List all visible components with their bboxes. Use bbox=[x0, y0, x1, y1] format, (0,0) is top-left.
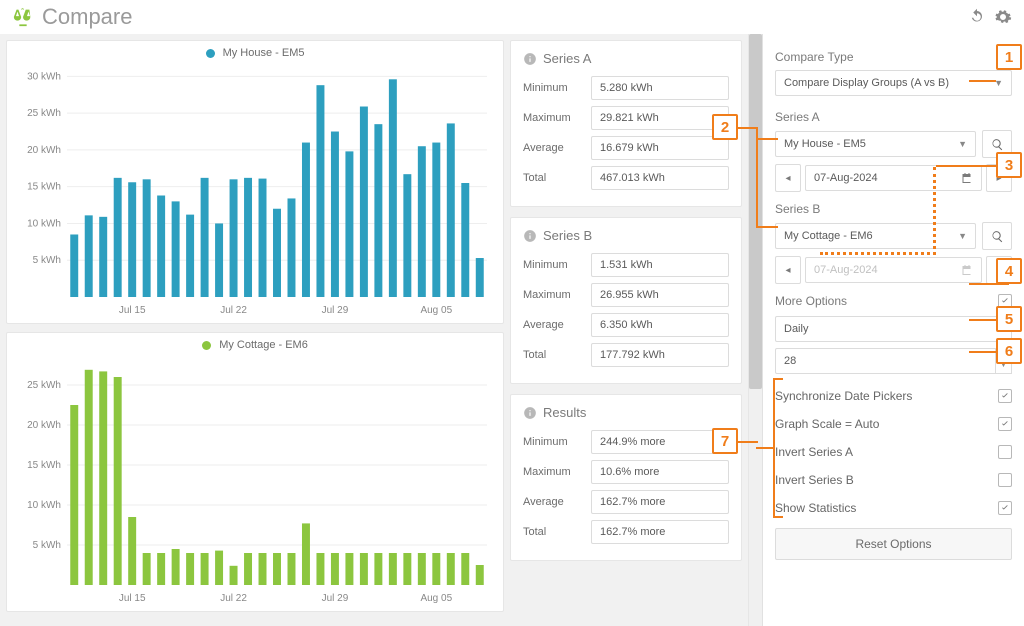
series-b-min: 1.531 kWh bbox=[591, 253, 729, 277]
compare-type-select[interactable]: Compare Display Groups (A vs B)▼ bbox=[775, 70, 1012, 96]
series-b-total: 177.792 kWh bbox=[591, 343, 729, 367]
svg-text:20 kWh: 20 kWh bbox=[27, 420, 61, 431]
more-options-label: More Options bbox=[775, 294, 847, 308]
stats-series-b: Series B Minimum1.531 kWh Maximum26.955 … bbox=[510, 217, 742, 384]
page-header: Compare bbox=[0, 0, 1024, 34]
graph-scale-label: Graph Scale = Auto bbox=[775, 417, 879, 431]
series-b-date-prev[interactable]: ◂ bbox=[775, 256, 801, 284]
series-a-total: 467.013 kWh bbox=[591, 166, 729, 190]
info-icon bbox=[523, 52, 537, 66]
scrollbar[interactable] bbox=[748, 34, 762, 626]
svg-text:25 kWh: 25 kWh bbox=[27, 108, 61, 119]
invert-b-checkbox[interactable] bbox=[998, 473, 1012, 487]
svg-text:Jul 22: Jul 22 bbox=[220, 305, 247, 316]
series-a-date-picker[interactable]: 07-Aug-2024 bbox=[805, 165, 982, 191]
chart-b-legend: My Cottage - EM6 bbox=[15, 339, 495, 351]
show-stats-label: Show Statistics bbox=[775, 501, 856, 515]
series-b-select[interactable]: My Cottage - EM6▼ bbox=[775, 223, 976, 249]
compare-type-label: Compare Type bbox=[775, 50, 1012, 64]
svg-text:Jul 15: Jul 15 bbox=[119, 593, 146, 604]
svg-text:25 kWh: 25 kWh bbox=[27, 380, 61, 391]
series-a-select[interactable]: My House - EM5▼ bbox=[775, 131, 976, 157]
series-b-avg: 6.350 kWh bbox=[591, 313, 729, 337]
svg-text:15 kWh: 15 kWh bbox=[27, 182, 61, 193]
callout-6: 6 bbox=[996, 338, 1022, 364]
chart-series-b: My Cottage - EM6 5 kWh 10 kWh 15 kWh 20 kWh… bbox=[6, 332, 504, 612]
series-a-heading: Series A bbox=[775, 110, 1012, 124]
svg-text:Jul 29: Jul 29 bbox=[322, 305, 349, 316]
search-icon bbox=[991, 230, 1004, 243]
reset-options-button[interactable]: Reset Options bbox=[775, 528, 1012, 560]
series-b-heading: Series B bbox=[775, 202, 1012, 216]
results-total: 162.7% more bbox=[591, 520, 729, 544]
charts-column: My House - EM5 5 kWh 10 kWh 15 kWh 20 kWh 25… bbox=[0, 34, 510, 626]
svg-text:5 kWh: 5 kWh bbox=[33, 540, 61, 551]
series-b-search-button[interactable] bbox=[982, 222, 1012, 250]
svg-text:10 kWh: 10 kWh bbox=[27, 500, 61, 511]
options-sidebar: Compare Type Compare Display Groups (A v… bbox=[762, 34, 1024, 626]
sync-date-pickers-checkbox[interactable] bbox=[998, 389, 1012, 403]
chart-a-canvas: 5 kWh 10 kWh 15 kWh 20 kWh 25 kWh 30 kWh Jul 1… bbox=[15, 63, 495, 319]
callout-5: 5 bbox=[996, 306, 1022, 332]
svg-text:Aug 05: Aug 05 bbox=[420, 305, 452, 316]
svg-text:10 kWh: 10 kWh bbox=[27, 218, 61, 229]
chart-b-canvas: 5 kWh 10 kWh 15 kWh 20 kWh 25 kWh Jul 15 Jul 2… bbox=[15, 355, 495, 607]
show-stats-checkbox[interactable] bbox=[998, 501, 1012, 515]
series-a-date-prev[interactable]: ◂ bbox=[775, 164, 801, 192]
svg-text:Jul 22: Jul 22 bbox=[220, 593, 247, 604]
svg-text:15 kWh: 15 kWh bbox=[27, 460, 61, 471]
svg-text:20 kWh: 20 kWh bbox=[27, 145, 61, 156]
svg-text:30 kWh: 30 kWh bbox=[27, 71, 61, 82]
chart-series-a: My House - EM5 5 kWh 10 kWh 15 kWh 20 kWh 25… bbox=[6, 40, 504, 324]
count-input[interactable]: 28 bbox=[775, 348, 996, 374]
svg-text:Jul 15: Jul 15 bbox=[119, 305, 146, 316]
svg-text:5 kWh: 5 kWh bbox=[33, 255, 61, 266]
series-b-max: 26.955 kWh bbox=[591, 283, 729, 307]
results-max: 10.6% more bbox=[591, 460, 729, 484]
callout-4: 4 bbox=[996, 258, 1022, 284]
stats-series-a: Series A Minimum5.280 kWh Maximum29.821 … bbox=[510, 40, 742, 207]
callout-2: 2 bbox=[712, 114, 738, 140]
sync-date-pickers-label: Synchronize Date Pickers bbox=[775, 389, 912, 403]
search-icon bbox=[991, 138, 1004, 151]
stats-results: Results Minimum244.9% more Maximum10.6% … bbox=[510, 394, 742, 561]
refresh-icon[interactable] bbox=[968, 8, 986, 26]
chart-a-legend: My House - EM5 bbox=[15, 47, 495, 59]
series-a-min: 5.280 kWh bbox=[591, 76, 729, 100]
legend-dot-icon bbox=[206, 49, 215, 58]
graph-scale-checkbox[interactable] bbox=[998, 417, 1012, 431]
series-b-date-picker[interactable]: 07-Aug-2024 bbox=[805, 257, 982, 283]
legend-dot-icon bbox=[202, 341, 211, 350]
series-a-avg: 16.679 kWh bbox=[591, 136, 729, 160]
svg-text:Aug 05: Aug 05 bbox=[420, 593, 452, 604]
calendar-icon bbox=[961, 264, 973, 276]
invert-a-checkbox[interactable] bbox=[998, 445, 1012, 459]
series-a-max: 29.821 kWh bbox=[591, 106, 729, 130]
info-icon bbox=[523, 406, 537, 420]
info-icon bbox=[523, 229, 537, 243]
page-title: Compare bbox=[42, 4, 968, 30]
callout-3: 3 bbox=[996, 152, 1022, 178]
scales-icon bbox=[12, 6, 34, 28]
svg-text:Jul 29: Jul 29 bbox=[322, 593, 349, 604]
results-avg: 162.7% more bbox=[591, 490, 729, 514]
gear-icon[interactable] bbox=[994, 8, 1012, 26]
invert-b-label: Invert Series B bbox=[775, 473, 854, 487]
callout-7: 7 bbox=[712, 428, 738, 454]
results-min: 244.9% more bbox=[591, 430, 729, 454]
invert-a-label: Invert Series A bbox=[775, 445, 853, 459]
callout-1: 1 bbox=[996, 44, 1022, 70]
calendar-icon bbox=[961, 172, 973, 184]
